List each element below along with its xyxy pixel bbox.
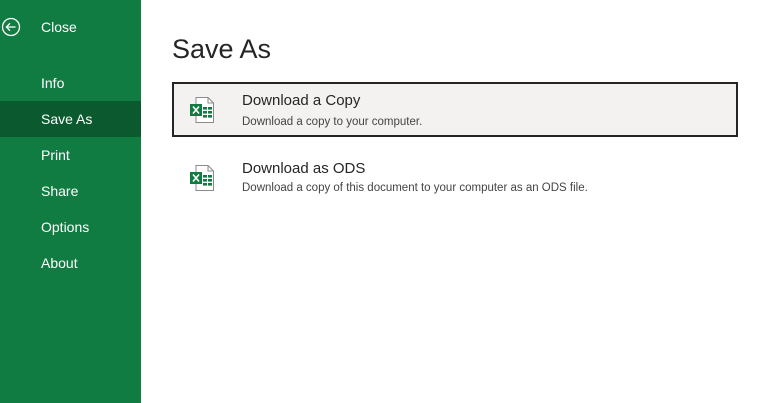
option-description: Download a copy to your computer. <box>242 116 423 128</box>
option-description: Download a copy of this document to your… <box>242 182 588 194</box>
excel-file-icon <box>190 165 214 191</box>
close-button[interactable]: Close <box>0 10 141 44</box>
page-title: Save As <box>172 34 272 64</box>
sidebar-item-about[interactable]: About <box>0 245 141 281</box>
backstage-sidebar: Close Info Save As Print Share Options A… <box>0 0 141 403</box>
backstage-view: Close Info Save As Print Share Options A… <box>0 0 781 403</box>
option-title: Download a Copy <box>242 92 361 109</box>
sidebar-item-options[interactable]: Options <box>0 209 141 245</box>
download-copy-option[interactable]: Download a Copy Download a copy to your … <box>172 82 738 137</box>
close-label: Close <box>41 19 77 35</box>
back-arrow-circle-icon <box>1 17 21 37</box>
option-title: Download as ODS <box>242 160 366 177</box>
sidebar-item-info[interactable]: Info <box>0 65 141 101</box>
sidebar-item-print[interactable]: Print <box>0 137 141 173</box>
sidebar-item-save-as[interactable]: Save As <box>0 101 141 137</box>
sidebar-item-share[interactable]: Share <box>0 173 141 209</box>
backstage-nav: Info Save As Print Share Options About <box>0 65 141 281</box>
excel-file-icon <box>190 97 214 123</box>
main-panel: Save As Download a Copy Download a copy <box>141 0 781 403</box>
download-ods-option[interactable]: Download as ODS Download a copy of this … <box>172 150 738 205</box>
